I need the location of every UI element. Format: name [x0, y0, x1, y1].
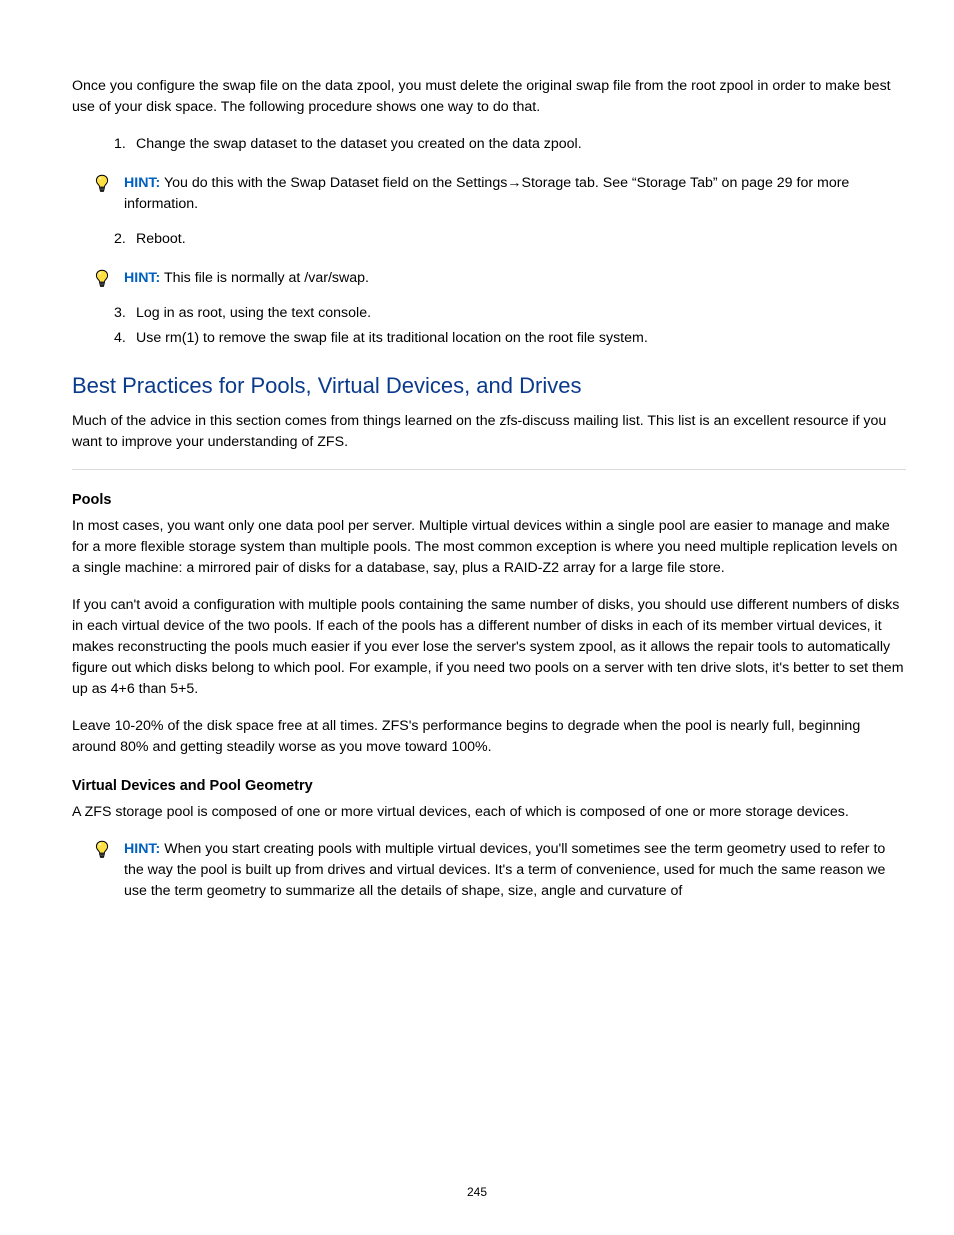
hint-block: HINT: When you start creating pools with…	[94, 839, 906, 902]
lightbulb-icon	[94, 269, 110, 289]
list-item-text: Change the swap dataset to the dataset y…	[136, 134, 582, 155]
hint-text: HINT: When you start creating pools with…	[124, 839, 906, 902]
hint-block: HINT: This file is normally at /var/swap…	[94, 268, 906, 289]
list-item-text: Reboot.	[136, 229, 186, 250]
subsection-heading-pools: Pools	[72, 492, 906, 508]
hint-body: You do this with the Swap Dataset field …	[124, 175, 849, 212]
section-heading: Best Practices for Pools, Virtual Device…	[72, 373, 906, 399]
document-page: Once you configure the swap file on the …	[0, 0, 954, 1235]
list-number: 4.	[114, 328, 136, 349]
pools-paragraph: Leave 10-20% of the disk space free at a…	[72, 716, 906, 758]
divider	[72, 469, 906, 470]
section-paragraph: Much of the advice in this section comes…	[72, 411, 906, 453]
hint-label: HINT:	[124, 175, 160, 191]
vdev-paragraph: A ZFS storage pool is composed of one or…	[72, 802, 906, 823]
list-item: 1. Change the swap dataset to the datase…	[114, 134, 906, 155]
intro-paragraph: Once you configure the swap file on the …	[72, 76, 906, 118]
numbered-list: 3. Log in as root, using the text consol…	[72, 303, 906, 349]
lightbulb-icon	[94, 174, 110, 194]
page-number: 245	[0, 1185, 954, 1199]
hint-label: HINT:	[124, 841, 160, 857]
page-content: Once you configure the swap file on the …	[72, 76, 906, 902]
list-number: 1.	[114, 134, 136, 155]
list-item: 4. Use rm(1) to remove the swap file at …	[114, 328, 906, 349]
list-number: 2.	[114, 229, 136, 250]
hint-body: This file is normally at /var/swap.	[164, 270, 369, 286]
hint-text: HINT: This file is normally at /var/swap…	[124, 268, 369, 289]
pools-paragraph: If you can't avoid a configuration with …	[72, 595, 906, 700]
hint-body: When you start creating pools with multi…	[124, 841, 885, 899]
list-item-text: Use rm(1) to remove the swap file at its…	[136, 328, 648, 349]
list-number: 3.	[114, 303, 136, 324]
list-item: 3. Log in as root, using the text consol…	[114, 303, 906, 324]
list-item-text: Log in as root, using the text console.	[136, 303, 371, 324]
list-item: 2. Reboot.	[114, 229, 906, 250]
subsection-heading-vdev: Virtual Devices and Pool Geometry	[72, 778, 906, 794]
numbered-list: 2. Reboot.	[72, 229, 906, 250]
hint-text: HINT: You do this with the Swap Dataset …	[124, 173, 906, 215]
numbered-list: 1. Change the swap dataset to the datase…	[72, 134, 906, 155]
hint-block: HINT: You do this with the Swap Dataset …	[94, 173, 906, 215]
lightbulb-icon	[94, 840, 110, 860]
pools-paragraph: In most cases, you want only one data po…	[72, 516, 906, 579]
hint-label: HINT:	[124, 270, 160, 286]
